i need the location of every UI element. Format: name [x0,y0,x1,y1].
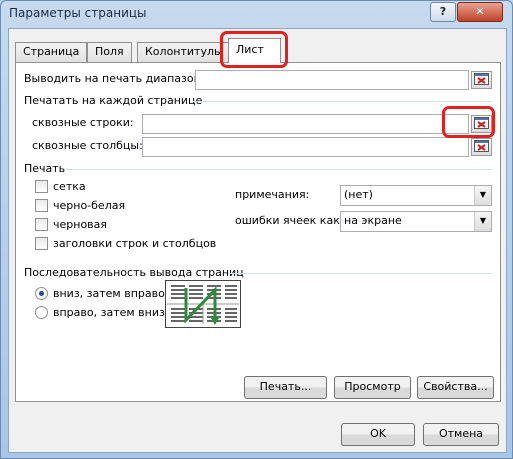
row-col-headings-checkbox[interactable] [35,237,48,250]
black-and-white-label: черно-белая [53,199,126,212]
comments-label: примечания: [235,188,310,201]
rows-to-repeat-input[interactable] [142,114,469,134]
page-order-heading: Последовательность вывода страниц [24,266,244,279]
close-button[interactable]: ✕ [457,2,503,22]
print-area-collapse-button[interactable] [471,71,492,89]
preview-button[interactable]: Просмотр [334,376,411,399]
chevron-down-icon[interactable]: ▼ [474,186,491,205]
print-button[interactable]: Печать... [244,376,327,399]
over-then-down-label: вправо, затем вниз [53,306,165,319]
divider [192,101,492,102]
properties-button[interactable]: Свойства... [417,376,494,399]
help-button[interactable]: ? [430,2,456,22]
gridlines-checkbox[interactable] [35,180,48,193]
cancel-button[interactable]: Отмена [423,423,499,446]
dialog-body: Страница Поля Колонтитулы Лист Выводить … [8,28,507,453]
divider [230,273,492,274]
columns-to-repeat-label: сквозные столбцы: [32,139,143,152]
columns-collapse-button[interactable] [471,138,492,156]
print-area-input[interactable] [195,70,469,90]
collapse-dialog-icon [474,140,489,152]
cell-errors-select[interactable]: на экране ▼ [340,211,492,232]
cell-errors-value: на экране [344,214,402,227]
print-heading: Печать [24,162,66,175]
dialog-title: Параметры страницы [9,6,147,20]
gridlines-label: сетка [53,180,86,193]
ok-button[interactable]: OK [341,423,415,446]
chevron-down-icon[interactable]: ▼ [474,212,491,231]
down-then-over-radio[interactable] [35,287,48,300]
comments-value: (нет) [344,188,373,201]
columns-to-repeat-input[interactable] [142,137,469,157]
down-then-over-label: вниз, затем вправо [53,287,165,300]
over-then-down-radio[interactable] [35,306,48,319]
collapse-dialog-icon [474,73,489,85]
print-titles-heading: Печатать на каждой странице [24,94,203,107]
draft-quality-label: черновая [53,218,108,231]
page-order-icon [165,280,241,328]
tab-margins[interactable]: Поля [87,42,132,62]
page-setup-dialog: Параметры страницы ? ✕ Страница Поля Кол… [0,0,513,459]
black-and-white-checkbox[interactable] [35,199,48,212]
cell-errors-label: ошибки ячеек как: [235,214,344,227]
divider [66,169,492,170]
tab-sheet[interactable]: Лист [228,38,281,63]
row-col-headings-label: заголовки строк и столбцов [53,237,217,250]
comments-select[interactable]: (нет) ▼ [340,185,492,206]
sheet-tab-panel: Выводить на печать диапазон: Печатать на… [15,62,501,402]
button-highlight-annotation [442,106,495,138]
title-bar: Параметры страницы ? ✕ [1,1,512,25]
tab-page[interactable]: Страница [15,42,88,62]
tab-header-footer[interactable]: Колонтитулы [137,42,231,62]
rows-to-repeat-label: сквозные строки: [32,116,134,129]
print-area-label: Выводить на печать диапазон: [24,72,205,85]
draft-quality-checkbox[interactable] [35,218,48,231]
